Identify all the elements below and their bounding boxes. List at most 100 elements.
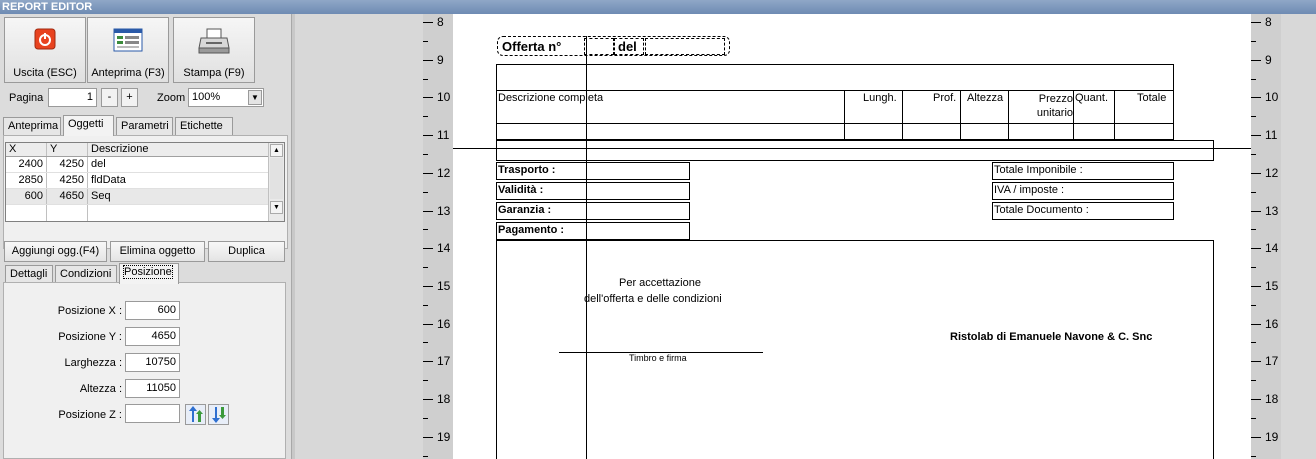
ruler-tick-major <box>1251 399 1261 400</box>
offer-number-field[interactable] <box>584 38 614 55</box>
offer-date-field[interactable] <box>645 38 725 55</box>
ruler-number: 17 <box>437 354 451 369</box>
table-row-empty[interactable] <box>6 205 268 221</box>
page-prev-button[interactable]: - <box>101 88 118 107</box>
tab-posizione-label: Posizione <box>123 265 173 279</box>
header-box[interactable] <box>496 64 1174 91</box>
add-object-button[interactable]: Aggiungi ogg.(F4) <box>4 241 107 262</box>
ruler-tick-minor <box>1251 153 1256 155</box>
preview-window-icon <box>113 28 143 55</box>
col-sep <box>844 90 845 140</box>
ruler-number: 15 <box>437 278 451 293</box>
ruler-tick-major <box>423 135 433 137</box>
ruler-tick-major <box>423 285 433 287</box>
pos-z-input[interactable] <box>125 404 180 423</box>
tab-posizione[interactable]: Posizione <box>119 263 179 284</box>
ruler-tick-major <box>1251 135 1261 137</box>
ruler-tick-major <box>423 22 433 23</box>
print-label: Stampa (F9) <box>183 67 245 79</box>
ruler-tick-minor <box>1251 380 1256 382</box>
ruler-tick-minor <box>423 455 428 457</box>
width-input[interactable]: 10750 <box>125 353 180 372</box>
vertical-ruler-left: 8 9 10 11 12 13 14 15 16 17 18 19 <box>423 14 453 459</box>
del-label: del <box>618 39 637 54</box>
ruler-number: 19 <box>1265 429 1279 444</box>
table-row-selected[interactable]: 600 4650 Seq <box>6 189 268 205</box>
table-header: X Y Descrizione <box>6 143 268 157</box>
accept-line-2: dell'offerta e delle condizioni <box>584 293 722 305</box>
ruler-tick-major <box>423 97 433 99</box>
objects-table[interactable]: X Y Descrizione 2400 4250 del 2850 4250 … <box>5 142 285 222</box>
table-row[interactable]: 2850 4250 fldData <box>6 173 268 189</box>
position-panel: Posizione X : 600 Posizione Y : 4650 Lar… <box>3 282 286 459</box>
table-row[interactable]: 2400 4250 del <box>6 157 268 173</box>
ruler-tick-major <box>423 59 433 61</box>
page-input[interactable]: 1 <box>48 88 97 107</box>
ruler-number: 15 <box>1265 278 1279 293</box>
ruler-tick-minor <box>1251 116 1256 118</box>
ruler-tick-major <box>1251 361 1261 363</box>
cell-y <box>47 205 88 221</box>
ruler-number: 10 <box>1265 90 1279 105</box>
col-sep <box>1008 90 1009 140</box>
ruler-number: 8 <box>437 15 444 29</box>
pos-y-input[interactable]: 4650 <box>125 327 180 346</box>
chevron-down-icon[interactable]: ▼ <box>248 90 262 105</box>
garanzia-label: Garanzia : <box>498 204 552 216</box>
ruler-tick-major <box>423 399 433 400</box>
selected-seq-box[interactable] <box>496 240 1214 459</box>
delete-object-button[interactable]: Elimina oggetto <box>110 241 205 262</box>
height-input[interactable]: 11050 <box>125 379 180 398</box>
ruler-tick-minor <box>1251 191 1256 193</box>
ruler-tick-minor <box>423 191 428 193</box>
exit-button[interactable]: Uscita (ESC) <box>4 17 86 83</box>
tab-parametri[interactable]: Parametri <box>116 117 173 136</box>
col-prof-header: Prof. <box>933 92 957 104</box>
scroll-up-icon[interactable]: ▲ <box>270 144 283 157</box>
send-backward-icon[interactable] <box>208 404 229 425</box>
trasporto-label: Trasporto : <box>498 164 556 176</box>
col-x: X <box>6 143 47 156</box>
cell-desc: del <box>91 158 106 170</box>
ruler-tick-minor <box>423 380 428 382</box>
table-scrollbar[interactable]: ▲ ▼ <box>268 143 284 221</box>
ruler-number: 10 <box>437 90 451 105</box>
width-label: Larghezza : <box>64 357 122 369</box>
tab-anteprima[interactable]: Anteprima <box>3 117 61 136</box>
page-next-button[interactable]: + <box>121 88 138 107</box>
ruler-tick-minor <box>423 229 428 231</box>
scroll-track[interactable] <box>270 158 283 199</box>
col-quant-header: Quant. <box>1075 92 1109 104</box>
duplicate-button[interactable]: Duplica <box>208 241 285 262</box>
col-sep <box>902 90 903 140</box>
cell-x <box>6 205 47 221</box>
ruler-tick-major <box>423 361 433 363</box>
ruler-tick-major <box>423 323 433 325</box>
zoom-select[interactable]: 100% ▼ <box>188 88 264 107</box>
pos-x-input[interactable]: 600 <box>125 301 180 320</box>
accept-line-1: Per accettazione <box>619 277 701 289</box>
tab-etichette[interactable]: Etichette <box>175 117 233 136</box>
detail-row-box[interactable] <box>496 140 1214 161</box>
ruler-tick-minor <box>423 304 428 306</box>
ruler-tick-major <box>1251 172 1261 174</box>
tab-oggetti[interactable]: Oggetti <box>63 115 114 136</box>
cell-y: 4250 <box>47 173 88 188</box>
ruler-number: 12 <box>1265 165 1279 180</box>
col-desc-header: Descrizione completa <box>498 92 604 104</box>
cell-desc: Seq <box>91 190 111 202</box>
ruler-tick-minor <box>423 267 428 269</box>
ruler-number: 9 <box>437 52 444 67</box>
ruler-number: 18 <box>1265 392 1279 406</box>
preview-button[interactable]: Anteprima (F3) <box>87 17 169 83</box>
ruler-number: 8 <box>1265 15 1272 29</box>
bring-forward-icon[interactable] <box>185 404 206 425</box>
pagamento-label: Pagamento : <box>498 224 565 236</box>
ruler-number: 17 <box>1265 354 1279 369</box>
scroll-down-icon[interactable]: ▼ <box>270 201 283 214</box>
totale-documento-label: Totale Documento : <box>994 204 1089 216</box>
ruler-tick-minor <box>423 116 428 118</box>
exit-label: Uscita (ESC) <box>13 67 77 79</box>
print-button[interactable]: Stampa (F9) <box>173 17 255 83</box>
ruler-tick-major <box>1251 285 1261 287</box>
